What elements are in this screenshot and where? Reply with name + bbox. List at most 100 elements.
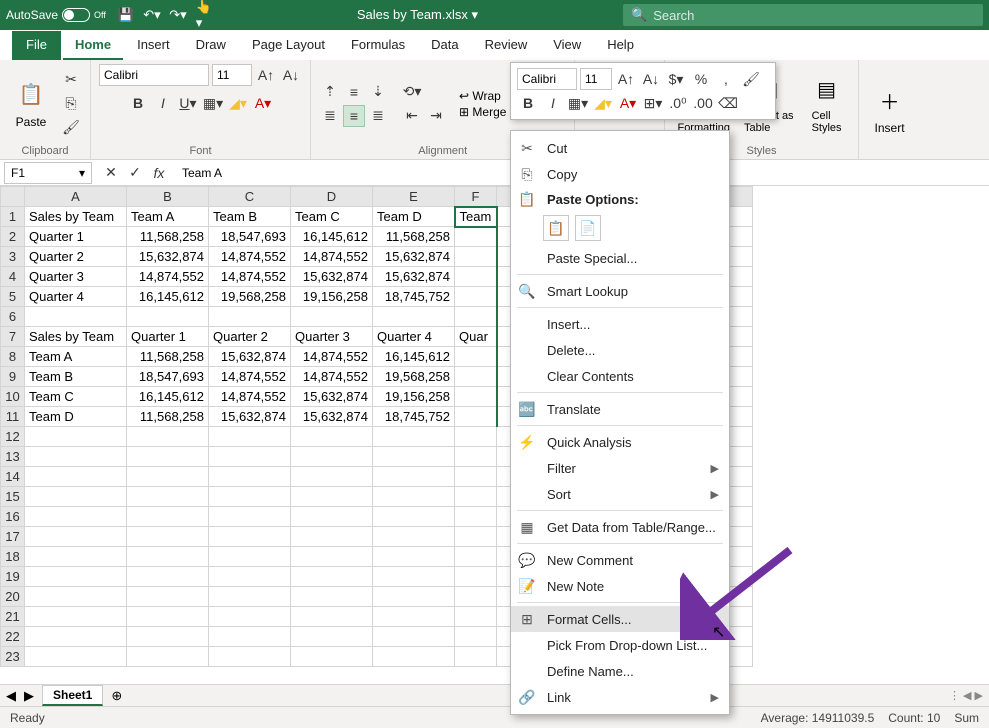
border-button[interactable]: ▦▾	[202, 92, 224, 114]
row-header[interactable]: 17	[1, 527, 25, 547]
row-header[interactable]: 21	[1, 607, 25, 627]
row-header[interactable]: 23	[1, 647, 25, 667]
fx-icon[interactable]: fx	[148, 162, 170, 184]
cell[interactable]	[209, 467, 291, 487]
cell[interactable]: 11,568,258	[127, 347, 209, 367]
filename[interactable]: Sales by Team.xlsx ▾	[212, 7, 623, 23]
row-header[interactable]: 13	[1, 447, 25, 467]
cell[interactable]	[291, 527, 373, 547]
ctx-cut[interactable]: ✂Cut	[511, 135, 729, 161]
increase-indent-icon[interactable]: ⇥	[425, 105, 447, 127]
cell[interactable]	[25, 607, 127, 627]
font-size-select[interactable]	[212, 64, 252, 86]
cell[interactable]	[127, 487, 209, 507]
cell[interactable]: Team D	[373, 207, 455, 227]
col-header[interactable]: A	[25, 187, 127, 207]
bold-button[interactable]: B	[127, 92, 149, 114]
cell[interactable]: 14,874,552	[209, 247, 291, 267]
ctx-link[interactable]: 🔗Link▶	[511, 684, 729, 710]
mini-dec-decimal-icon[interactable]: .0⁰	[667, 92, 689, 114]
cell[interactable]	[127, 567, 209, 587]
row-header[interactable]: 16	[1, 507, 25, 527]
cell[interactable]: 15,632,874	[373, 247, 455, 267]
cell[interactable]: Quarter 2	[209, 327, 291, 347]
cell[interactable]: 14,874,552	[209, 387, 291, 407]
cell[interactable]	[291, 587, 373, 607]
mini-border2-button[interactable]: ⊞▾	[642, 92, 664, 114]
redo-icon[interactable]: ↷▾	[170, 7, 186, 23]
select-all-corner[interactable]	[1, 187, 25, 207]
cell[interactable]	[455, 547, 497, 567]
cell[interactable]	[455, 527, 497, 547]
cell[interactable]: Quarter 3	[25, 267, 127, 287]
cell[interactable]: Quar	[455, 327, 497, 347]
cell[interactable]	[455, 267, 497, 287]
col-header[interactable]: D	[291, 187, 373, 207]
cell[interactable]	[127, 627, 209, 647]
col-header[interactable]: C	[209, 187, 291, 207]
cell[interactable]: 19,568,258	[209, 287, 291, 307]
increase-font-icon[interactable]: A↑	[255, 64, 277, 86]
cell[interactable]	[373, 647, 455, 667]
row-header[interactable]: 10	[1, 387, 25, 407]
ctx-insert[interactable]: Insert...	[511, 311, 729, 337]
cell[interactable]	[455, 627, 497, 647]
cell[interactable]	[209, 587, 291, 607]
touch-icon[interactable]: 👆▾	[196, 7, 212, 23]
row-header[interactable]: 11	[1, 407, 25, 427]
paste-keep-source-icon[interactable]: 📋	[543, 215, 569, 241]
cell[interactable]	[373, 547, 455, 567]
cell[interactable]: 11,568,258	[127, 227, 209, 247]
cell[interactable]	[127, 507, 209, 527]
cell[interactable]: 14,874,552	[127, 267, 209, 287]
cell[interactable]: 15,632,874	[373, 267, 455, 287]
align-left-icon[interactable]: ≣	[319, 105, 341, 127]
cell[interactable]: 11,568,258	[127, 407, 209, 427]
font-name-select[interactable]	[99, 64, 209, 86]
mini-decrease-font-icon[interactable]: A↓	[640, 68, 662, 90]
row-header[interactable]: 8	[1, 347, 25, 367]
cell[interactable]: 14,874,552	[209, 267, 291, 287]
cell[interactable]: 18,745,752	[373, 287, 455, 307]
mini-font-color-button[interactable]: A▾	[617, 92, 639, 114]
cell[interactable]	[25, 567, 127, 587]
cell[interactable]	[373, 527, 455, 547]
cell[interactable]	[209, 507, 291, 527]
ctx-smart-lookup[interactable]: 🔍Smart Lookup	[511, 278, 729, 304]
paste-values-icon[interactable]: 📄	[575, 215, 601, 241]
enter-icon[interactable]: ✓	[124, 162, 146, 184]
cell[interactable]	[127, 527, 209, 547]
cell[interactable]: Team C	[25, 387, 127, 407]
cell[interactable]: Team B	[25, 367, 127, 387]
ctx-delete[interactable]: Delete...	[511, 337, 729, 363]
mini-font-size[interactable]	[580, 68, 612, 90]
format-painter-icon[interactable]: 🖌	[60, 117, 82, 139]
cell[interactable]	[373, 487, 455, 507]
align-bottom-icon[interactable]: ⇣	[367, 81, 389, 103]
cell[interactable]: Quarter 1	[25, 227, 127, 247]
cell[interactable]: 14,874,552	[291, 247, 373, 267]
row-header[interactable]: 19	[1, 567, 25, 587]
row-header[interactable]: 2	[1, 227, 25, 247]
ctx-filter[interactable]: Filter▶	[511, 455, 729, 481]
ctx-quick-analysis[interactable]: ⚡Quick Analysis	[511, 429, 729, 455]
cell[interactable]	[25, 587, 127, 607]
cell[interactable]	[455, 587, 497, 607]
paste-button[interactable]: 📋 Paste	[8, 77, 54, 131]
ctx-new-note[interactable]: 📝New Note	[511, 573, 729, 599]
tab-file[interactable]: File	[12, 31, 61, 60]
cell[interactable]: 11,568,258	[373, 227, 455, 247]
cell[interactable]: 18,745,752	[373, 407, 455, 427]
cell[interactable]	[25, 647, 127, 667]
cell[interactable]	[209, 607, 291, 627]
cell[interactable]	[291, 627, 373, 647]
cell[interactable]	[455, 247, 497, 267]
cell[interactable]	[373, 447, 455, 467]
cell-styles-button[interactable]: ▤Cell Styles	[804, 72, 850, 136]
cell[interactable]: 14,874,552	[291, 347, 373, 367]
search-box[interactable]: 🔍 Search	[623, 4, 983, 26]
cell[interactable]: Quarter 3	[291, 327, 373, 347]
insert-cells-button[interactable]: ＋Insert	[867, 83, 913, 137]
mini-bold-button[interactable]: B	[517, 92, 539, 114]
tab-data[interactable]: Data	[419, 31, 470, 60]
